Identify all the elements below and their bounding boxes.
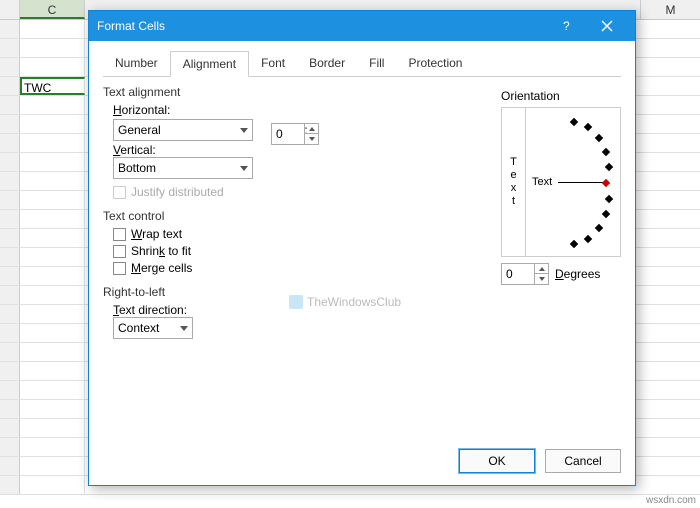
degrees-down-icon[interactable] bbox=[535, 274, 548, 284]
tab-protection[interactable]: Protection bbox=[396, 51, 474, 76]
degrees-input[interactable] bbox=[502, 264, 534, 284]
tab-alignment[interactable]: Alignment bbox=[170, 51, 249, 77]
degrees-spinner[interactable] bbox=[501, 263, 549, 285]
cancel-button[interactable]: Cancel bbox=[545, 449, 621, 473]
vertical-label: Vertical: bbox=[113, 143, 271, 157]
horizontal-select[interactable]: General bbox=[113, 119, 253, 141]
help-button[interactable]: ? bbox=[547, 11, 587, 41]
text-direction-select[interactable]: Context bbox=[113, 317, 193, 339]
orientation-control[interactable]: T e x t Text bbox=[501, 107, 621, 257]
tab-number[interactable]: Number bbox=[103, 51, 170, 76]
orientation-dial-label: Text bbox=[532, 176, 552, 188]
vertical-select[interactable]: Bottom bbox=[113, 157, 253, 179]
degrees-up-icon[interactable] bbox=[535, 264, 548, 274]
tab-fill[interactable]: Fill bbox=[357, 51, 396, 76]
orientation-label: Orientation bbox=[501, 89, 621, 103]
format-cells-dialog: Format Cells ? Number Alignment Font Bor… bbox=[88, 10, 636, 486]
degrees-label: Degrees bbox=[555, 267, 600, 281]
watermark-icon bbox=[289, 295, 303, 309]
indent-down-icon[interactable] bbox=[305, 134, 318, 144]
orientation-vertical-button[interactable]: T e x t bbox=[502, 108, 526, 256]
titlebar[interactable]: Format Cells ? bbox=[89, 11, 635, 41]
watermark: TheWindowsClub bbox=[289, 295, 401, 309]
ok-button[interactable]: OK bbox=[459, 449, 535, 473]
credit-text: wsxdn.com bbox=[646, 495, 696, 506]
col-header-c[interactable]: C bbox=[20, 0, 85, 19]
indent-spinner[interactable] bbox=[271, 123, 319, 145]
orientation-dial[interactable]: Text bbox=[526, 108, 620, 256]
col-header-m[interactable]: M bbox=[640, 0, 700, 20]
dialog-title: Format Cells bbox=[97, 19, 547, 33]
tab-border[interactable]: Border bbox=[297, 51, 357, 76]
close-button[interactable] bbox=[587, 11, 627, 41]
tab-font[interactable]: Font bbox=[249, 51, 297, 76]
indent-up-icon[interactable] bbox=[305, 124, 318, 134]
indent-input[interactable] bbox=[272, 124, 304, 144]
tab-strip: Number Alignment Font Border Fill Protec… bbox=[103, 51, 621, 77]
svg-text:?: ? bbox=[563, 20, 570, 32]
active-cell[interactable]: TWC bbox=[20, 77, 85, 95]
